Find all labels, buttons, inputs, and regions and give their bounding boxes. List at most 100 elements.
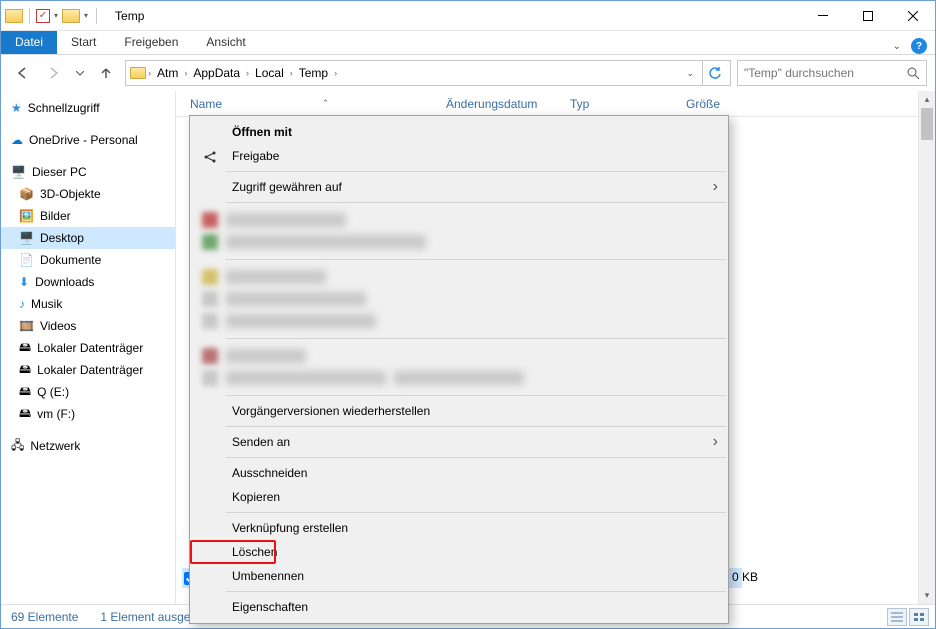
menu-label: Ausschneiden (232, 466, 307, 480)
download-icon: ⬇ (19, 275, 29, 289)
sidebar-item-pictures[interactable]: 🖼️Bilder (1, 205, 175, 227)
chevron-right-icon[interactable]: › (148, 68, 151, 78)
sidebar-item-label: Lokaler Datenträger (37, 363, 143, 377)
history-dropdown-button[interactable]: ⌄ (680, 68, 700, 79)
chevron-down-icon[interactable]: ▾ (52, 11, 60, 20)
menu-share[interactable]: Freigabe (190, 144, 728, 168)
chevron-right-icon[interactable]: › (184, 68, 187, 78)
sidebar-item-label: Lokaler Datenträger (37, 341, 143, 355)
search-icon (907, 67, 920, 80)
menu-label: Kopieren (232, 490, 280, 504)
menu-label: Freigabe (232, 149, 279, 163)
video-icon: 🎞️ (19, 319, 34, 333)
details-view-button[interactable] (887, 608, 907, 626)
menu-grant-access[interactable]: Zugriff gewähren auf› (190, 175, 728, 199)
recent-locations-button[interactable] (73, 60, 87, 86)
sidebar-item-label: Desktop (40, 231, 84, 245)
share-icon (202, 148, 218, 164)
sort-asc-icon: ⌃ (322, 98, 330, 109)
cube-icon: 📦 (19, 187, 34, 201)
context-menu: Öffnen mit Freigabe Zugriff gewähren auf… (189, 115, 729, 624)
search-input[interactable]: "Temp" durchsuchen (737, 60, 927, 86)
back-button[interactable] (9, 60, 35, 86)
search-placeholder: "Temp" durchsuchen (744, 66, 854, 80)
sidebar-network[interactable]: 🖧 Netzwerk (1, 435, 175, 457)
ribbon-tabs: Datei Start Freigeben Ansicht ⌄ ? (1, 31, 935, 55)
menu-rename[interactable]: Umbenennen (190, 564, 728, 588)
menu-send-to[interactable]: Senden an› (190, 430, 728, 454)
menu-label: Eigenschaften (232, 600, 308, 614)
star-icon: ★ (11, 101, 22, 115)
menu-copy[interactable]: Kopieren (190, 485, 728, 509)
disk-icon: 🖴 (19, 360, 31, 381)
menu-create-shortcut[interactable]: Verknüpfung erstellen (190, 516, 728, 540)
folder-icon (5, 9, 23, 23)
qat-divider (96, 8, 97, 24)
chevron-down-icon[interactable]: ▾ (82, 11, 90, 20)
sidebar-item-label: vm (F:) (37, 407, 75, 421)
scroll-down-icon[interactable]: ▾ (919, 587, 935, 604)
cloud-icon: ☁ (11, 133, 23, 147)
sidebar-item-desktop[interactable]: 🖥️ Desktop (1, 227, 175, 249)
sidebar-item-music[interactable]: ♪Musik (1, 293, 175, 315)
maximize-button[interactable] (845, 1, 890, 30)
tab-view[interactable]: Ansicht (192, 31, 259, 54)
chevron-right-icon[interactable]: › (334, 68, 337, 78)
sidebar-item-disk[interactable]: 🖴 Lokaler Datenträger (1, 359, 175, 381)
sidebar-quick-access[interactable]: ★ Schnellzugriff (1, 97, 175, 119)
menu-delete[interactable]: Löschen (190, 540, 276, 564)
sidebar-item-documents[interactable]: 📄Dokumente (1, 249, 175, 271)
menu-properties[interactable]: Eigenschaften (190, 595, 728, 619)
help-icon[interactable]: ? (911, 38, 927, 54)
scroll-up-icon[interactable]: ▴ (919, 91, 935, 108)
sidebar-this-pc[interactable]: 🖥️ Dieser PC (1, 161, 175, 183)
menu-restore-versions[interactable]: Vorgängerversionen wiederherstellen (190, 399, 728, 423)
column-header-size[interactable]: Größe (678, 97, 738, 111)
tab-share[interactable]: Freigeben (110, 31, 192, 54)
breadcrumb-item[interactable]: Atm (153, 66, 182, 80)
scrollbar-thumb[interactable] (921, 108, 933, 140)
sidebar-item-videos[interactable]: 🎞️Videos (1, 315, 175, 337)
column-label: Name (190, 97, 222, 111)
sidebar-item-disk[interactable]: 🖴Lokaler Datenträger (1, 337, 175, 359)
tab-file[interactable]: Datei (1, 31, 57, 54)
large-icons-view-button[interactable] (909, 608, 929, 626)
redacted-menu-items (190, 342, 728, 392)
breadcrumb-item[interactable]: Local (251, 66, 288, 80)
chevron-right-icon[interactable]: › (246, 68, 249, 78)
qat-divider (29, 8, 30, 24)
sidebar-onedrive[interactable]: ☁ OneDrive - Personal (1, 129, 175, 151)
desktop-icon: 🖥️ (19, 231, 34, 245)
document-icon: 📄 (19, 253, 34, 267)
menu-separator (226, 591, 726, 592)
column-header-date[interactable]: Änderungsdatum (438, 97, 562, 111)
column-header-name[interactable]: Name ⌃ (182, 97, 438, 111)
sidebar-item-3d[interactable]: 📦3D-Objekte (1, 183, 175, 205)
menu-label: Verknüpfung erstellen (232, 521, 348, 535)
sidebar-item-label: Schnellzugriff (28, 101, 100, 115)
up-button[interactable] (93, 60, 119, 86)
menu-open-with[interactable]: Öffnen mit (190, 120, 728, 144)
redacted-menu-items (190, 206, 728, 256)
breadcrumb-item[interactable]: Temp (295, 66, 332, 80)
tab-start[interactable]: Start (57, 31, 110, 54)
sidebar-item-downloads[interactable]: ⬇Downloads (1, 271, 175, 293)
minimize-button[interactable] (800, 1, 845, 30)
breadcrumb[interactable]: › Atm › AppData › Local › Temp › ⌄ (125, 60, 731, 86)
vertical-scrollbar[interactable]: ▴ ▾ (918, 91, 935, 604)
qat-checkbox-icon[interactable]: ✓ (36, 9, 50, 23)
refresh-button[interactable] (702, 61, 726, 85)
chevron-right-icon[interactable]: › (290, 68, 293, 78)
menu-cut[interactable]: Ausschneiden (190, 461, 728, 485)
menu-label: Senden an (232, 435, 290, 449)
sidebar-item-drive-e[interactable]: 🖴Q (E:) (1, 381, 175, 403)
column-header-type[interactable]: Typ (562, 97, 678, 111)
sidebar-item-label: Dieser PC (32, 165, 87, 179)
breadcrumb-item[interactable]: AppData (189, 66, 244, 80)
close-button[interactable] (890, 1, 935, 30)
expand-ribbon-icon[interactable]: ⌄ (893, 41, 901, 52)
sidebar-item-drive-f[interactable]: 🖴vm (F:) (1, 403, 175, 425)
menu-label: Vorgängerversionen wiederherstellen (232, 404, 430, 418)
forward-button[interactable] (41, 60, 67, 86)
folder-icon (62, 9, 80, 23)
